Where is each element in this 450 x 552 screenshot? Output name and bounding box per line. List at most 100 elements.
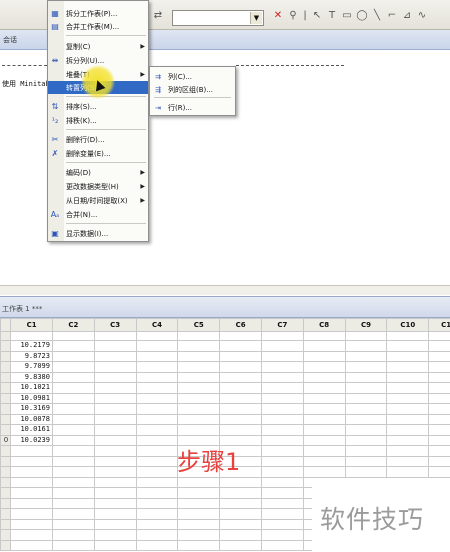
grid-cell[interactable] (10, 518, 53, 530)
grid-cell[interactable] (344, 455, 388, 467)
grid-cell[interactable] (302, 413, 346, 425)
grid-cell[interactable] (344, 434, 388, 446)
grid-cell[interactable] (344, 413, 388, 425)
grid-cell[interactable] (344, 424, 388, 436)
row-header[interactable] (0, 413, 12, 425)
grid-cell[interactable] (51, 382, 95, 394)
submenu-item[interactable]: ⇉ 列(C)... (150, 70, 235, 83)
grid-cell[interactable] (93, 508, 137, 520)
grid-cell[interactable] (219, 424, 262, 436)
grid-cell[interactable] (219, 371, 262, 383)
grid-cell[interactable]: 9.7099 (10, 361, 53, 373)
grid-cell[interactable] (51, 497, 95, 509)
grid-cell[interactable] (135, 466, 179, 478)
grid-cell[interactable] (386, 455, 430, 467)
row-header[interactable] (0, 403, 12, 415)
grid-cell[interactable] (344, 392, 388, 404)
grid-cell[interactable] (177, 371, 221, 383)
column-name-cell[interactable] (10, 331, 53, 341)
row-header[interactable] (0, 445, 12, 457)
grid-cell[interactable] (135, 340, 179, 352)
grid-cell[interactable] (344, 350, 388, 362)
column-name-cell[interactable] (219, 331, 262, 341)
chevron-down-icon[interactable]: ▼ (250, 12, 262, 24)
grid-cell[interactable] (51, 487, 95, 499)
grid-cell[interactable] (135, 424, 179, 436)
grid-cell[interactable]: 10.0078 (10, 413, 53, 425)
grid-cell[interactable] (93, 392, 137, 404)
pointer-icon[interactable]: ↖ (311, 10, 323, 22)
grid-cell[interactable] (10, 539, 53, 551)
grid-cell[interactable] (135, 361, 179, 373)
grid-cell[interactable] (302, 361, 346, 373)
grid-cell[interactable] (135, 476, 179, 488)
grid-cell[interactable] (428, 403, 450, 415)
rectangle-tool-icon[interactable]: ▭ (341, 10, 353, 22)
grid-cell[interactable] (51, 340, 95, 352)
grid-cell[interactable] (93, 455, 137, 467)
grid-cell[interactable] (302, 424, 346, 436)
row-header[interactable] (0, 371, 12, 383)
grid-cell[interactable] (260, 403, 304, 415)
grid-cell[interactable] (135, 350, 179, 362)
column-header[interactable]: C6 (219, 318, 262, 332)
grid-corner[interactable] (0, 318, 12, 332)
row-header[interactable] (0, 508, 12, 520)
column-header[interactable]: C1 (10, 318, 53, 332)
column-name-cell[interactable] (344, 331, 388, 341)
row-header[interactable] (0, 455, 12, 467)
column-header[interactable]: C9 (344, 318, 388, 332)
menu-item[interactable]: 从日期/时间提取(X) ▶ (48, 194, 148, 207)
grid-cell[interactable] (260, 497, 304, 509)
grid-cell[interactable] (10, 529, 53, 541)
grid-cell[interactable] (302, 445, 346, 457)
grid-cell[interactable] (260, 466, 304, 478)
grid-cell[interactable] (93, 466, 137, 478)
grid-cell[interactable] (386, 340, 430, 352)
grid-cell[interactable] (260, 476, 304, 488)
menu-item[interactable]: ▣ 显示数据(I)... (48, 227, 148, 240)
grid-cell[interactable] (10, 466, 53, 478)
grid-cell[interactable] (302, 392, 346, 404)
menu-item[interactable]: ⇅ 排序(S)... (48, 100, 148, 113)
column-name-cell[interactable] (386, 331, 430, 341)
grid-cell[interactable] (386, 445, 430, 457)
grid-cell[interactable]: 9.8380 (10, 371, 53, 383)
grid-cell[interactable] (344, 361, 388, 373)
menu-item[interactable]: 更改数据类型(H) ▶ (48, 180, 148, 193)
grid-cell[interactable] (93, 476, 137, 488)
grid-cell[interactable] (302, 434, 346, 446)
grid-cell[interactable] (428, 382, 450, 394)
grid-cell[interactable] (51, 413, 95, 425)
grid-cell[interactable] (219, 539, 262, 551)
grid-cell[interactable] (10, 497, 53, 509)
grid-cell[interactable] (93, 529, 137, 541)
grid-cell[interactable] (10, 455, 53, 467)
grid-cell[interactable] (135, 487, 179, 499)
grid-cell[interactable] (135, 518, 179, 530)
menu-item[interactable]: Aₐ 合并(N)... (48, 208, 148, 221)
grid-cell[interactable] (93, 350, 137, 362)
grid-cell[interactable] (344, 371, 388, 383)
grid-cell[interactable] (177, 361, 221, 373)
polyline-tool-icon[interactable]: ⊿ (401, 10, 413, 22)
row-header[interactable] (0, 487, 12, 499)
grid-cell[interactable] (302, 350, 346, 362)
grid-cell[interactable] (344, 466, 388, 478)
grid-cell[interactable] (93, 497, 137, 509)
grid-cell[interactable] (135, 529, 179, 541)
grid-cell[interactable] (177, 413, 221, 425)
row-header[interactable] (0, 424, 12, 436)
column-header[interactable]: C4 (135, 318, 179, 332)
grid-cell[interactable] (260, 340, 304, 352)
grid-cell[interactable] (386, 350, 430, 362)
grid-cell[interactable] (93, 340, 137, 352)
grid-cell[interactable] (93, 434, 137, 446)
line-tool-icon[interactable]: ╲ (371, 10, 383, 22)
grid-cell[interactable] (93, 424, 137, 436)
grid-cell[interactable] (10, 487, 53, 499)
menu-item[interactable]: ✂ 删除行(D)... (48, 133, 148, 146)
grid-cell[interactable] (135, 539, 179, 551)
grid-cell[interactable] (219, 508, 262, 520)
grid-cell[interactable] (219, 403, 262, 415)
